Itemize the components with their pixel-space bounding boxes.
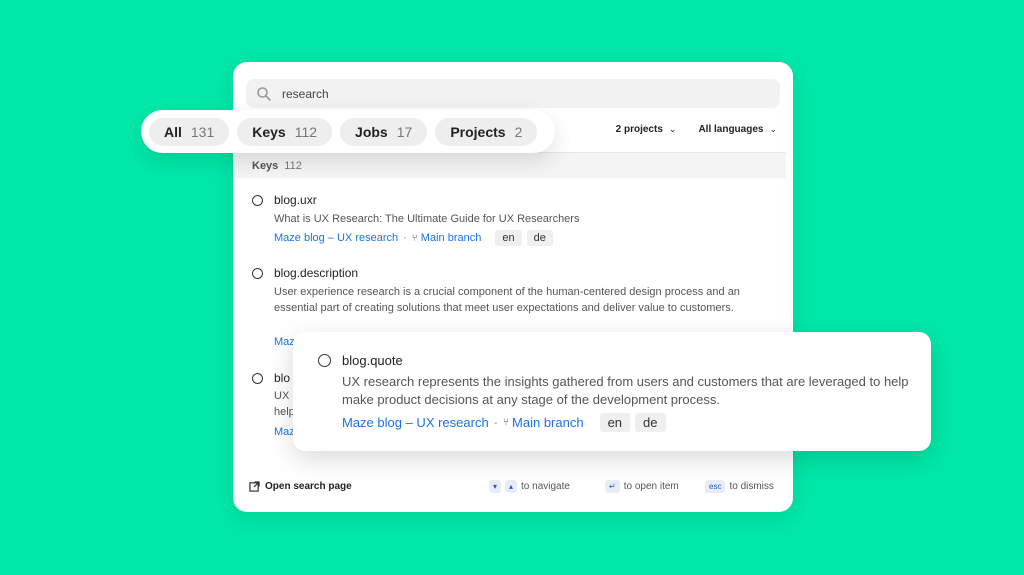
- radio-icon[interactable]: [252, 373, 263, 384]
- project-link[interactable]: Maz: [274, 426, 295, 438]
- languages-filter[interactable]: All languages ⌄: [698, 124, 777, 135]
- section-header: Keys 112: [233, 152, 786, 178]
- tab-projects[interactable]: Projects 2: [435, 117, 538, 146]
- result-desc: UX research represents the insights gath…: [342, 374, 909, 407]
- chevron-down-icon: ⌄: [769, 124, 777, 134]
- highlighted-result-card[interactable]: blog.quote UX research represents the in…: [293, 332, 931, 451]
- result-meta: Maze blog – UX research · ⑂ Main branch …: [274, 230, 553, 246]
- result-desc: What is UX Research: The Ultimate Guide …: [274, 213, 580, 225]
- navigate-hint: ▾ ▴ to navigate: [489, 479, 570, 493]
- lang-badge: de: [526, 230, 553, 246]
- enter-key-icon: ↵: [605, 479, 620, 493]
- search-input[interactable]: research: [282, 87, 329, 101]
- branch-link[interactable]: Main branch: [512, 415, 584, 430]
- project-link[interactable]: Maze blog – UX research: [274, 232, 398, 244]
- lang-badge: de: [635, 413, 666, 432]
- branch-icon: ⑂: [503, 417, 510, 428]
- result-key: blo: [274, 371, 291, 385]
- open-item-hint: ↵ to open item: [605, 479, 679, 493]
- radio-icon[interactable]: [252, 268, 263, 279]
- project-link[interactable]: Maze blog – UX research: [342, 415, 489, 430]
- filter-bar: 2 projects ⌄ All languages ⌄: [616, 124, 777, 135]
- list-item[interactable]: blog.uxr What is UX Research: The Ultima…: [252, 193, 772, 249]
- lang-badge: en: [599, 413, 631, 432]
- radio-icon[interactable]: [318, 354, 331, 367]
- result-key: blog.description: [274, 266, 359, 280]
- category-tabs: All 131 Keys 112 Jobs 17 Projects 2: [141, 110, 555, 153]
- branch-icon: ⑂: [411, 232, 418, 244]
- result-key: blog.quote: [342, 353, 403, 368]
- branch-link[interactable]: Main branch: [421, 232, 482, 244]
- arrow-down-icon: ▾: [489, 479, 502, 493]
- external-link-icon: [249, 480, 260, 492]
- result-key: blog.uxr: [274, 193, 317, 207]
- radio-icon[interactable]: [252, 195, 263, 206]
- footer: Open search page ▾ ▴ to navigate ↵ to op…: [233, 460, 793, 512]
- open-search-page-button[interactable]: Open search page: [249, 481, 352, 492]
- dismiss-hint: esc to dismiss: [705, 479, 774, 493]
- projects-filter[interactable]: 2 projects ⌄: [616, 124, 677, 135]
- result-desc: User experience research is a crucial co…: [274, 286, 740, 314]
- chevron-down-icon: ⌄: [668, 124, 677, 134]
- result-desc: UX: [274, 390, 290, 402]
- tab-all[interactable]: All 131: [149, 117, 230, 146]
- arrow-up-icon: ▴: [505, 479, 518, 493]
- search-icon: [257, 86, 271, 101]
- lang-badge: en: [495, 230, 522, 246]
- search-bar[interactable]: research: [246, 79, 780, 108]
- result-desc: help: [274, 406, 295, 418]
- tab-jobs[interactable]: Jobs 17: [340, 117, 428, 146]
- result-meta: Maz: [274, 426, 295, 438]
- esc-key: esc: [705, 479, 726, 493]
- result-meta: Maze blog – UX research · ⑂ Main branch …: [342, 413, 666, 432]
- tab-keys[interactable]: Keys 112: [237, 117, 333, 146]
